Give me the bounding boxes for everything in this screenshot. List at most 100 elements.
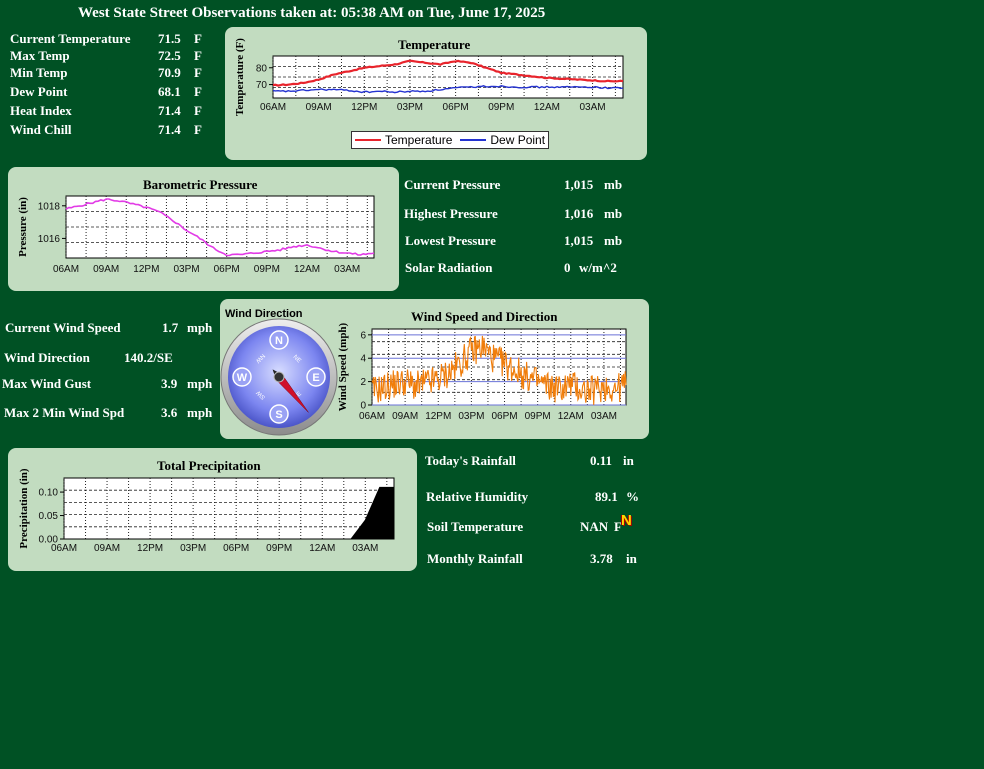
stat-label: Monthly Rainfall <box>427 551 523 566</box>
stat-label: Wind Chill <box>10 122 72 137</box>
y-tick-label: 0.10 <box>39 488 59 499</box>
x-tick-label: 06AM <box>53 264 79 275</box>
stat-unit: w/m^2 <box>579 260 617 275</box>
stat-value: 1,015 <box>564 177 594 192</box>
stat-label: Current Temperature <box>10 31 131 46</box>
x-tick-label: 06PM <box>223 543 249 554</box>
page-title: West State Street Observations taken at:… <box>78 5 546 21</box>
stat-unit: F <box>194 65 202 80</box>
x-tick-label: 12PM <box>425 411 451 422</box>
x-tick-label: 03AM <box>580 102 606 113</box>
wind-compass: NESWNESESWNW <box>220 318 338 436</box>
stat-unit: F <box>194 31 202 46</box>
stat-unit: mb <box>604 233 623 248</box>
stat-unit: mph <box>187 405 213 420</box>
x-tick-label: 09PM <box>525 411 551 422</box>
stat-label: Soil Temperature <box>427 519 524 534</box>
x-tick-label: 03AM <box>591 411 617 422</box>
stat-value: 70.9 <box>158 65 181 80</box>
y-tick-label: 0.05 <box>39 511 59 522</box>
x-tick-label: 12AM <box>294 264 320 275</box>
stat-value: 71.4 <box>158 122 181 137</box>
precip-chart: 06AM 09AM 12PM 03PM 06PM 09PM 12AM 03AM0.000.05… <box>18 468 395 554</box>
stat-label: Min Temp <box>10 65 68 80</box>
y-tick-label: 4 <box>360 354 366 365</box>
stat-unit: F <box>194 103 202 118</box>
y-tick-label: 70 <box>256 80 268 91</box>
y-axis-title: Wind Speed (mph) <box>337 322 349 411</box>
stat-unit: F <box>194 48 202 63</box>
stat-unit: F <box>194 84 202 99</box>
x-tick-label: 09AM <box>93 264 119 275</box>
x-tick-label: 09AM <box>94 543 120 554</box>
x-tick-label: 12PM <box>137 543 163 554</box>
stat-value: NAN <box>580 519 609 534</box>
x-tick-label: 06PM <box>491 411 517 422</box>
stat-value: 89.1 <box>595 489 618 504</box>
x-tick-label: 03AM <box>352 543 378 554</box>
stat-label: Current Pressure <box>404 177 501 192</box>
pressure-chart: 06AM 09AM 12PM 03PM 06PM 09PM 12AM 03AM 1016 1018… <box>17 195 375 275</box>
stat-label: Solar Radiation <box>405 260 493 275</box>
y-tick-label: 0 <box>360 401 366 412</box>
temperature-panel: Temperature 06AM 09AM 12PM 03PM 06PM 09PM 12AM… <box>225 27 647 160</box>
stat-value: 71.4 <box>158 103 181 118</box>
stat-label: Today's Rainfall <box>425 453 516 468</box>
plot-area <box>63 477 395 540</box>
compass-cardinal-label: E <box>312 372 319 384</box>
wind-panel: Wind Direction N E S W NE SE SW NW Wind Speed a… <box>220 299 649 439</box>
stat-label: Current Wind Speed <box>5 320 121 335</box>
stat-unit: mb <box>604 177 623 192</box>
precip-panel: Total Precipitation 06AM 09AM 12PM 03PM 06PM… <box>8 448 417 571</box>
stat-value: 1,016 <box>564 206 594 221</box>
y-axis-title: Pressure (in) <box>17 197 29 257</box>
stat-value: 1,015 <box>564 233 594 248</box>
temperature-legend-swatch <box>355 139 381 141</box>
compass-cardinal-label: S <box>275 409 282 421</box>
stat-value: 72.5 <box>158 48 181 63</box>
stat-label: Relative Humidity <box>426 489 529 504</box>
stat-unit: F <box>194 122 202 137</box>
x-tick-label: 03PM <box>397 102 423 113</box>
stat-unit: % <box>626 489 639 504</box>
x-tick-label: 09PM <box>488 102 514 113</box>
y-tick-label: 1016 <box>38 234 61 245</box>
y-axis-title: Precipitation (in) <box>18 468 30 548</box>
x-tick-label: 06AM <box>359 411 385 422</box>
wind-chart: 06AM 09AM 12PM 03PM 06PM 09PM 12AM 03AM 0 2 4 6 Wind… <box>337 322 627 422</box>
x-tick-label: 03PM <box>173 264 199 275</box>
stat-value: 3.78 <box>590 551 613 566</box>
stat-unit: mph <box>187 376 213 391</box>
stat-unit: in <box>623 453 634 468</box>
x-tick-label: 06AM <box>260 102 286 113</box>
temperature-legend-label: Temperature <box>385 133 453 147</box>
y-axis-title: Temperature (F) <box>234 38 246 116</box>
y-tick-label: 2 <box>360 377 366 388</box>
y-tick-label: 6 <box>360 330 366 341</box>
x-tick-label: 12PM <box>351 102 377 113</box>
x-tick-label: 12PM <box>133 264 159 275</box>
x-tick-label: 09PM <box>266 543 292 554</box>
y-tick-label: 80 <box>256 63 268 74</box>
x-tick-label: 03AM <box>334 264 360 275</box>
stat-value: 3.9 <box>161 376 178 391</box>
stat-label: Max Temp <box>10 48 70 63</box>
soil-warning-badge: N <box>621 512 632 529</box>
stat-value: 140.2/SE <box>124 350 173 365</box>
x-tick-label: 06PM <box>443 102 469 113</box>
x-tick-label: 09PM <box>254 264 280 275</box>
stat-label: Heat Index <box>10 103 72 118</box>
compass-cardinal-label: N <box>275 335 283 347</box>
x-tick-label: 09AM <box>392 411 418 422</box>
temperature-legend: Temperature Dew Point <box>351 131 550 149</box>
stat-label: Highest Pressure <box>404 206 498 221</box>
stat-value: 68.1 <box>158 84 181 99</box>
stat-unit: mph <box>187 320 213 335</box>
stat-value: 1.7 <box>162 320 179 335</box>
x-tick-label: 03PM <box>180 543 206 554</box>
y-tick-label: 1018 <box>38 201 61 212</box>
stat-value: 0 <box>564 260 571 275</box>
compass-hub <box>273 371 285 383</box>
stat-label: Lowest Pressure <box>405 233 496 248</box>
x-tick-label: 12AM <box>558 411 584 422</box>
